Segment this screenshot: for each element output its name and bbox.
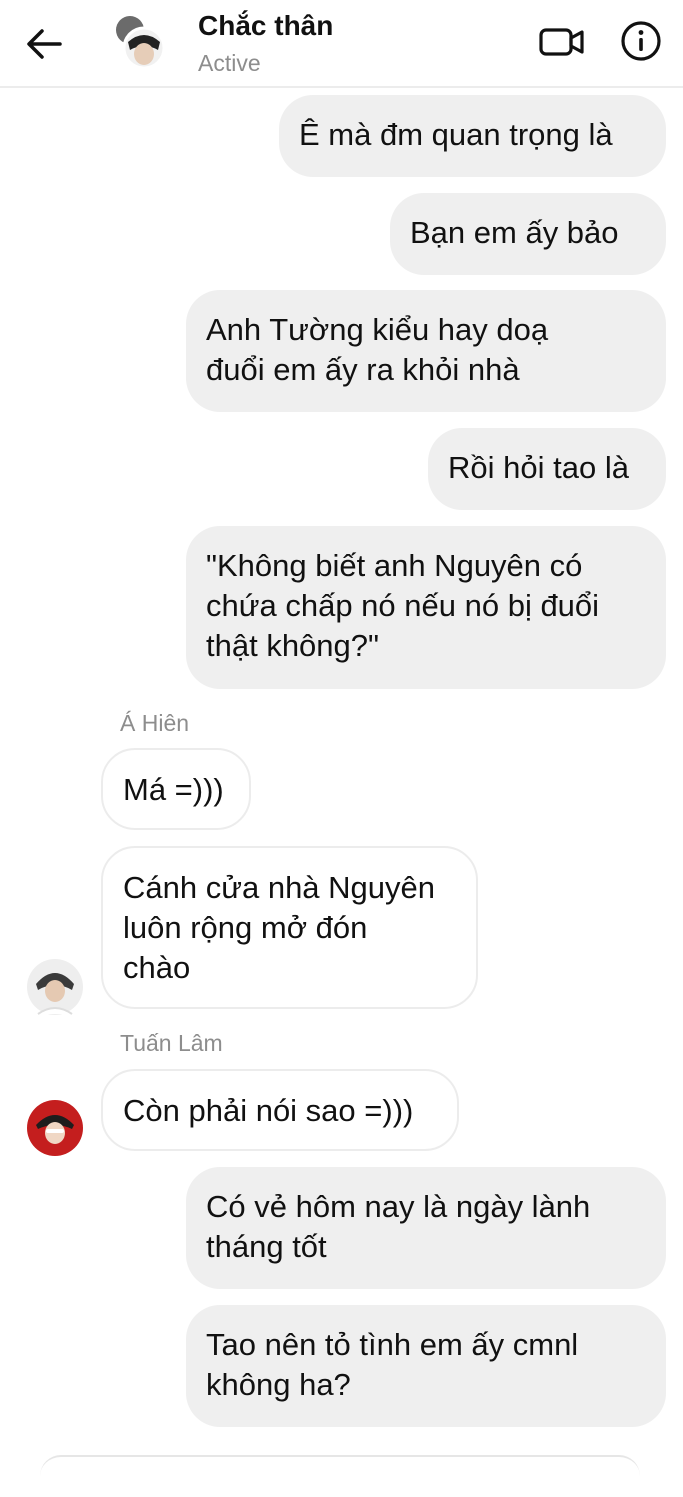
message-bubble-incoming[interactable]: Cánh cửa nhà Nguyên luôn rộng mở đón chà… (101, 846, 478, 1009)
message-bubble-outgoing[interactable]: Ê mà đm quan trọng là (279, 95, 666, 177)
sender-name: Tuấn Lâm (120, 1030, 223, 1056)
sender-avatar[interactable] (26, 1099, 84, 1157)
message-bubble-incoming[interactable]: Má =))) (101, 748, 251, 830)
back-button[interactable] (24, 26, 64, 62)
message-bubble-outgoing[interactable]: Bạn em ấy bảo (390, 193, 666, 275)
sender-avatar[interactable] (26, 958, 84, 1016)
info-icon (621, 21, 661, 61)
video-camera-icon (539, 28, 584, 56)
message-composer[interactable] (40, 1455, 640, 1497)
message-bubble-outgoing[interactable]: Tao nên tỏ tình em ấy cmnl không ha? (186, 1305, 666, 1427)
active-status: Active (198, 50, 261, 76)
contact-avatar[interactable] (108, 12, 166, 70)
chat-title[interactable]: Chắc thân (198, 10, 333, 42)
video-call-button[interactable] (538, 22, 586, 62)
info-button[interactable] (620, 20, 662, 62)
message-bubble-outgoing[interactable]: Anh Tường kiểu hay doạ đuổi em ấy ra khỏ… (186, 290, 666, 412)
chat-header: Chắc thân Active (0, 0, 683, 88)
arrow-left-icon (27, 29, 62, 59)
message-bubble-outgoing[interactable]: Rồi hỏi tao là (428, 428, 666, 510)
message-bubble-incoming[interactable]: Còn phải nói sao =))) (101, 1069, 459, 1151)
message-bubble-outgoing[interactable]: "Không biết anh Nguyên có chứa chấp nó n… (186, 526, 666, 689)
sender-name: Á Hiên (120, 710, 190, 736)
message-bubble-outgoing[interactable]: Có vẻ hôm nay là ngày lành tháng tốt (186, 1167, 666, 1289)
